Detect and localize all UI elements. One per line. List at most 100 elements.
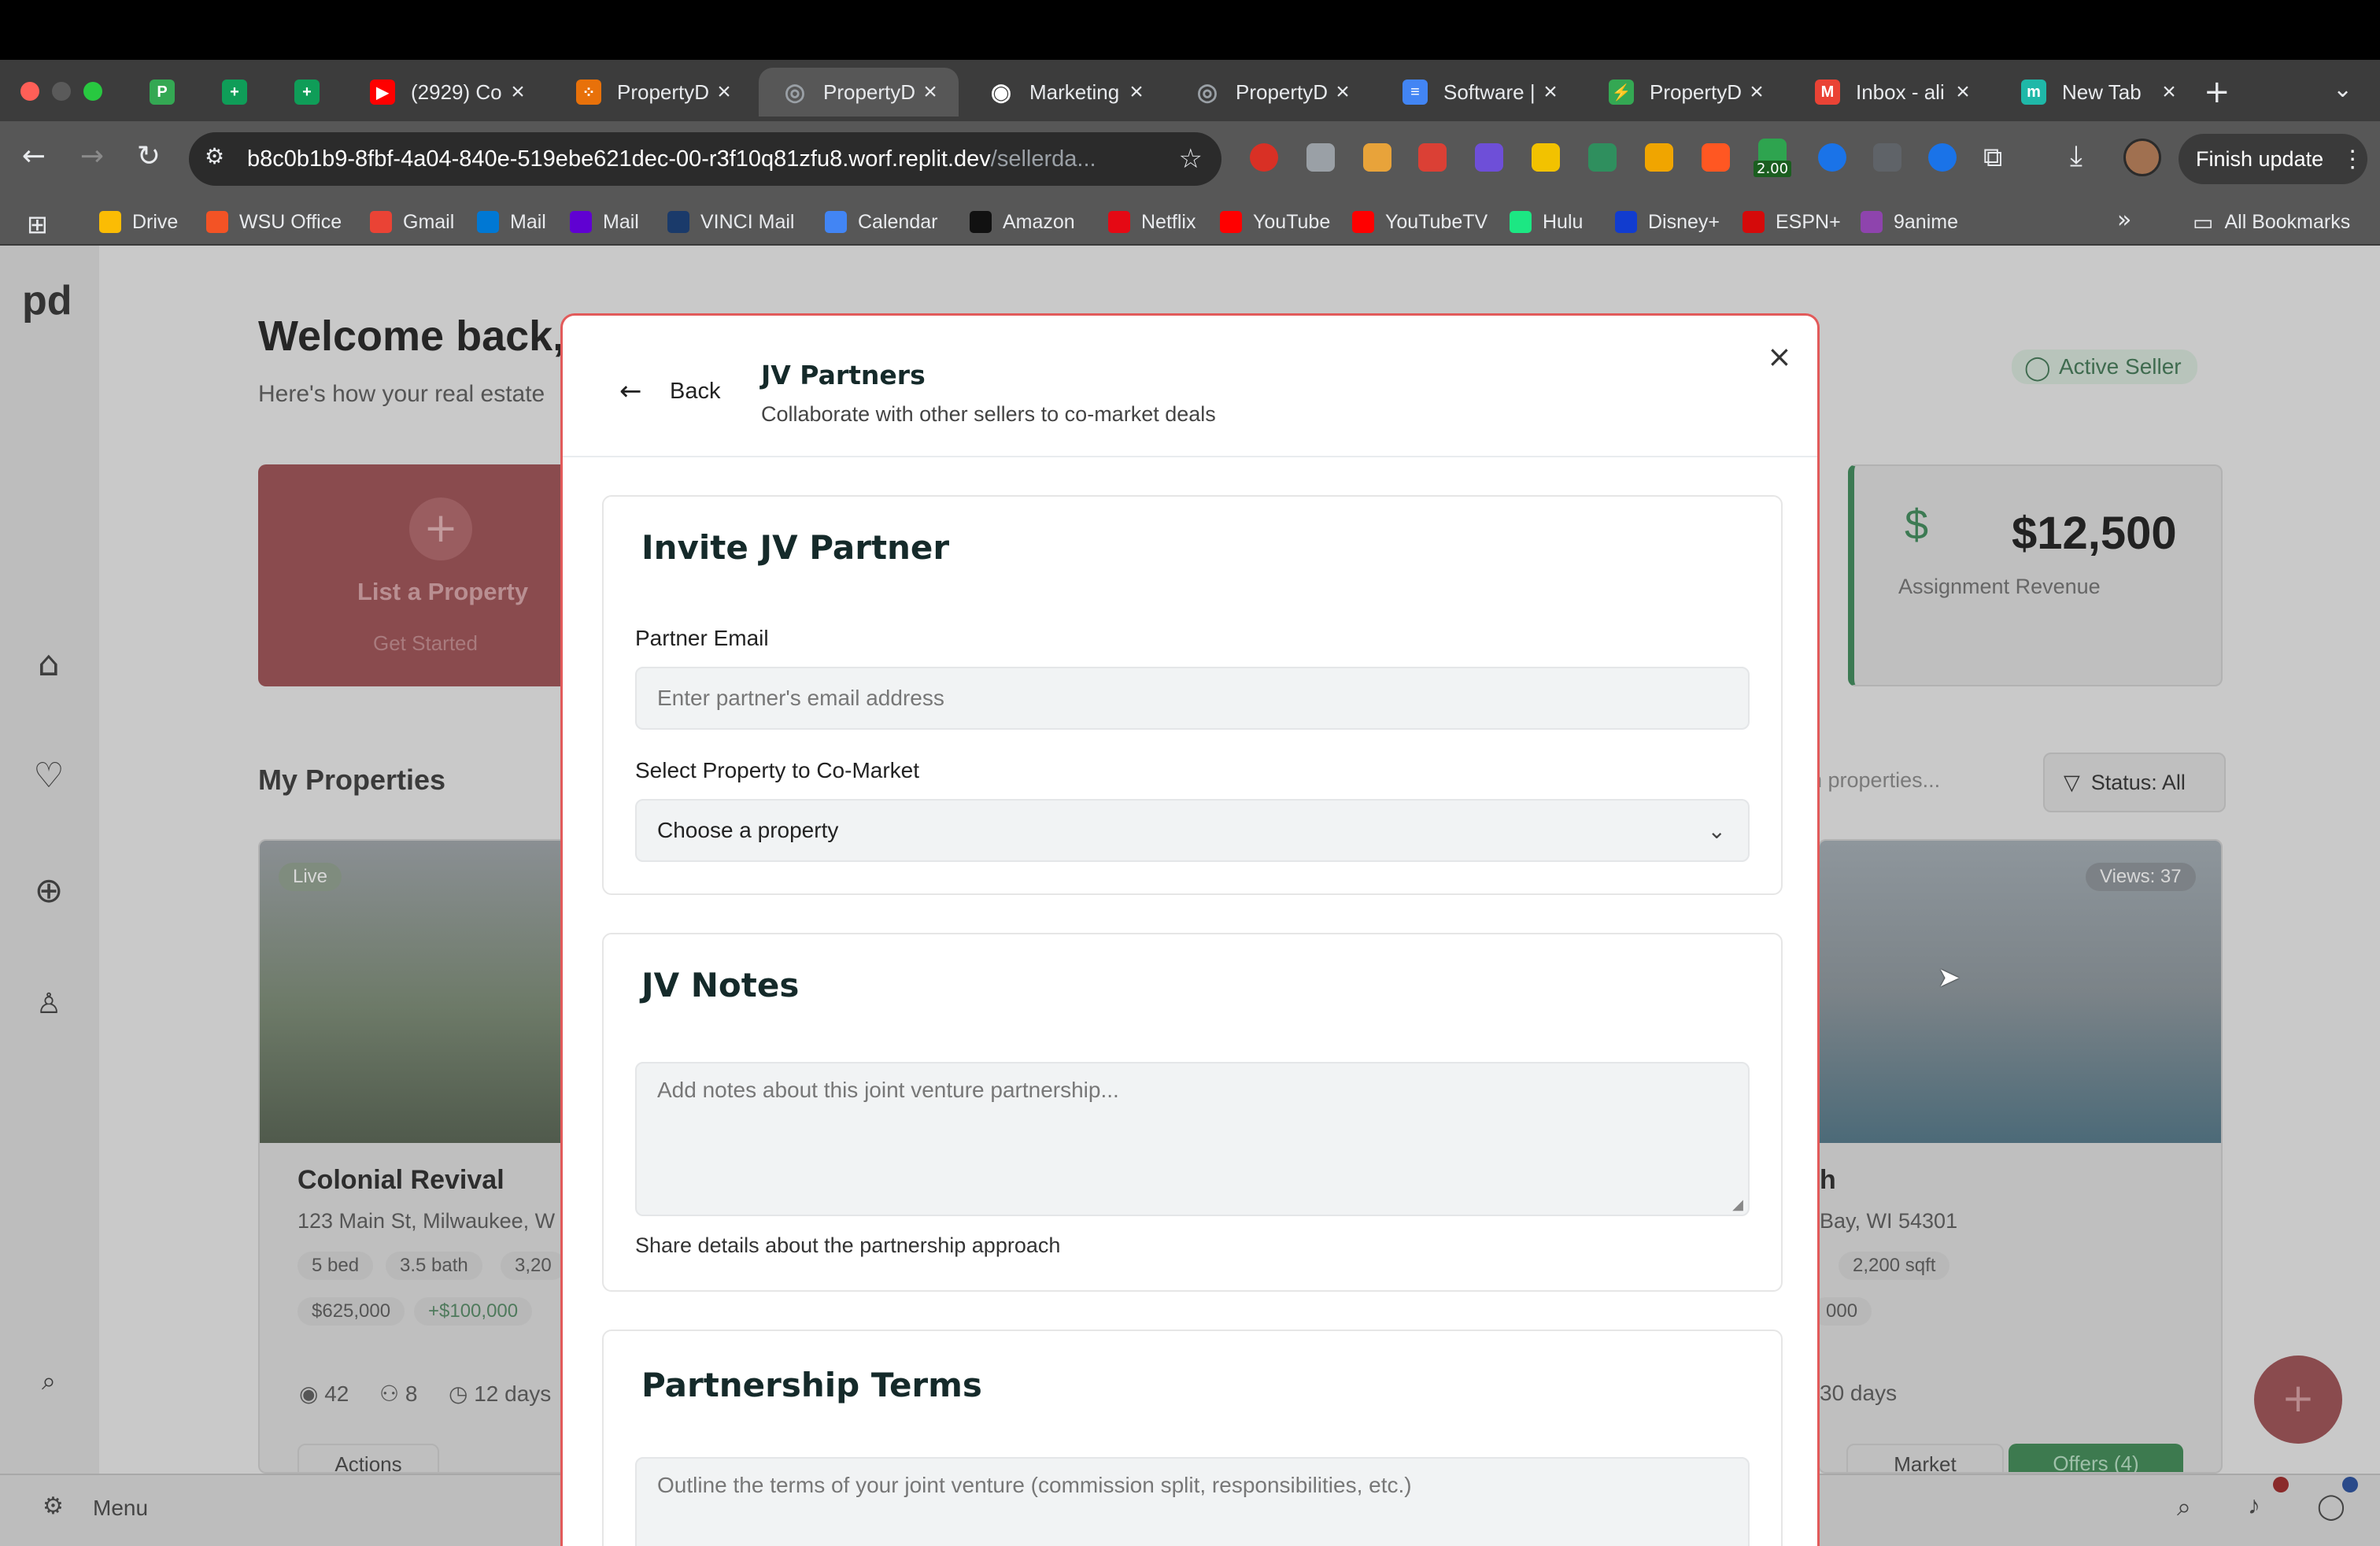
profile-avatar[interactable] — [2123, 139, 2161, 176]
market-button[interactable]: Market — [1846, 1444, 2004, 1472]
list-property-label: List a Property — [357, 578, 529, 605]
floating-add-button[interactable]: + — [2254, 1356, 2342, 1444]
bookmark-item[interactable]: VINCI Mail — [667, 206, 794, 238]
jv-notes-textarea[interactable]: Add notes about this joint venture partn… — [635, 1062, 1750, 1216]
extension-icon[interactable] — [1418, 143, 1447, 172]
offers-button[interactable]: Offers (4) — [2009, 1444, 2183, 1472]
extension-icon[interactable] — [1532, 143, 1560, 172]
extension-icon[interactable] — [1306, 143, 1335, 172]
browser-tab[interactable]: ◎ PropertyD × — [1171, 68, 1371, 117]
tab-favicon-icon: ≡ — [1402, 80, 1428, 105]
browser-tab[interactable]: m New Tab × — [1998, 68, 2197, 117]
browser-tab[interactable]: P — [126, 68, 189, 117]
close-tab-icon[interactable]: × — [1947, 79, 1979, 105]
extension-icon[interactable] — [1645, 143, 1673, 172]
close-window-button[interactable] — [20, 82, 39, 101]
property-select[interactable]: Choose a property ⌄ — [635, 799, 1750, 862]
bookmark-item[interactable]: Drive — [99, 206, 178, 238]
apps-grid-icon[interactable]: ⊞ — [27, 209, 48, 239]
app-logo[interactable]: pd — [22, 277, 72, 324]
more-bookmarks-icon[interactable]: » — [2117, 206, 2131, 234]
close-tab-icon[interactable]: × — [502, 79, 534, 105]
settings-icon[interactable]: ⚙ — [42, 1492, 64, 1520]
site-info-icon[interactable]: ⚙ — [205, 143, 236, 175]
close-icon[interactable]: × — [1767, 339, 1792, 374]
search-icon[interactable]: ⌕ — [28, 1360, 69, 1401]
user-icon[interactable]: ♙ — [28, 984, 69, 1025]
close-tab-icon[interactable]: × — [708, 79, 740, 105]
browser-tab[interactable]: ≡ Software | × — [1379, 68, 1579, 117]
close-tab-icon[interactable]: × — [1121, 79, 1152, 105]
list-property-card[interactable]: + List a Property Get Started — [258, 464, 573, 686]
resize-handle-icon[interactable]: ◢ — [1732, 1196, 1743, 1213]
extension-icon[interactable] — [1363, 143, 1391, 172]
reload-icon[interactable]: ↻ — [129, 140, 168, 172]
bookmark-item[interactable]: Calendar — [825, 206, 937, 238]
bell-icon[interactable]: ♪ — [2248, 1491, 2260, 1520]
bookmark-item[interactable]: Disney+ — [1615, 206, 1720, 238]
bookmark-item[interactable]: Hulu — [1510, 206, 1583, 238]
heart-icon[interactable]: ♡ — [28, 756, 69, 797]
extension-icon[interactable] — [1588, 143, 1617, 172]
bookmark-item[interactable]: 9anime — [1861, 206, 1958, 238]
property-search-input[interactable]: h properties... — [1810, 768, 1940, 793]
extension-icon[interactable] — [1818, 143, 1846, 172]
close-tab-icon[interactable]: × — [1741, 79, 1772, 105]
extension-icon[interactable] — [1702, 143, 1730, 172]
more-menu-icon[interactable]: ⋮ — [2341, 146, 2364, 173]
tab-search-icon[interactable]: ⌄ — [2333, 76, 2352, 103]
browser-tab[interactable]: M Inbox - ali × — [1791, 68, 1991, 117]
menu-button[interactable]: Menu — [93, 1496, 148, 1521]
extension-icon[interactable] — [1873, 143, 1901, 172]
search-icon[interactable]: ⌕ — [2177, 1492, 2191, 1522]
browser-tab[interactable]: + — [271, 68, 334, 117]
property-card[interactable]: Views: 37 h Bay, WI 54301 2,200 sqft 000… — [1818, 839, 2223, 1474]
bookmark-item[interactable]: YouTube — [1220, 206, 1330, 238]
property-card[interactable]: Live Colonial Revival 123 Main St, Milwa… — [258, 839, 573, 1474]
browser-tab[interactable]: ▶ (2929) Co × — [346, 68, 546, 117]
browser-tab[interactable]: ◎ PropertyD × — [759, 68, 959, 117]
extensions-puzzle-icon[interactable]: ⧉ — [1983, 142, 2002, 173]
add-circle-icon[interactable]: ⊕ — [28, 871, 69, 912]
finish-update-button[interactable]: Finish update ⋮ — [2179, 134, 2367, 184]
home-icon[interactable]: ⌂ — [28, 644, 69, 685]
extension-badge-icon[interactable]: 2.00 — [1754, 139, 1792, 177]
browser-tab[interactable]: ⁘ PropertyD × — [552, 68, 752, 117]
back-button[interactable]: Back — [670, 379, 720, 405]
bookmark-item[interactable]: Netflix — [1108, 206, 1196, 238]
extension-icon[interactable] — [1928, 143, 1957, 172]
all-bookmarks-folder[interactable]: ▭ All Bookmarks — [2193, 206, 2350, 238]
browser-tab[interactable]: ◉ Marketing × — [965, 68, 1165, 117]
bookmark-item[interactable]: Amazon — [970, 206, 1075, 238]
partnership-terms-textarea[interactable]: Outline the terms of your joint venture … — [635, 1457, 1750, 1546]
minimize-window-button[interactable] — [52, 82, 71, 101]
partner-email-input[interactable]: Enter partner's email address — [635, 667, 1750, 730]
forward-nav-icon[interactable]: → — [72, 140, 112, 172]
address-bar[interactable]: ⚙ b8c0b1b9-8fbf-4a04-840e-519ebe621dec-0… — [189, 132, 1221, 186]
chat-icon[interactable]: ◯ — [2317, 1491, 2345, 1521]
status-filter[interactable]: ▽ Status: All — [2043, 753, 2226, 812]
close-tab-icon[interactable]: × — [1327, 79, 1358, 105]
bookmark-item[interactable]: Gmail — [370, 206, 454, 238]
bookmark-item[interactable]: Mail — [570, 206, 639, 238]
actions-button[interactable]: Actions — [298, 1444, 439, 1472]
download-icon[interactable]: ⤓ — [2070, 140, 2082, 173]
tab-title: PropertyD — [823, 80, 915, 104]
zoom-window-button[interactable] — [83, 82, 102, 101]
bookmark-item[interactable]: WSU Office — [206, 206, 342, 238]
bookmark-item[interactable]: Mail — [477, 206, 546, 238]
extension-icon[interactable] — [1475, 143, 1503, 172]
close-tab-icon[interactable]: × — [1535, 79, 1566, 105]
close-tab-icon[interactable]: × — [915, 79, 946, 105]
close-tab-icon[interactable]: × — [2153, 79, 2185, 105]
bookmark-item[interactable]: YouTubeTV — [1352, 206, 1488, 238]
browser-tab[interactable]: + — [198, 68, 261, 117]
back-nav-icon[interactable]: ← — [14, 140, 54, 172]
bookmark-star-icon[interactable]: ☆ — [1179, 143, 1203, 175]
bookmark-favicon-icon — [1352, 211, 1374, 233]
browser-tab[interactable]: ⚡ PropertyD × — [1585, 68, 1785, 117]
bookmark-item[interactable]: ESPN+ — [1743, 206, 1841, 238]
extension-icon[interactable] — [1250, 143, 1278, 172]
back-arrow-icon[interactable]: ← — [619, 375, 642, 407]
new-tab-icon[interactable]: + — [2204, 74, 2230, 110]
